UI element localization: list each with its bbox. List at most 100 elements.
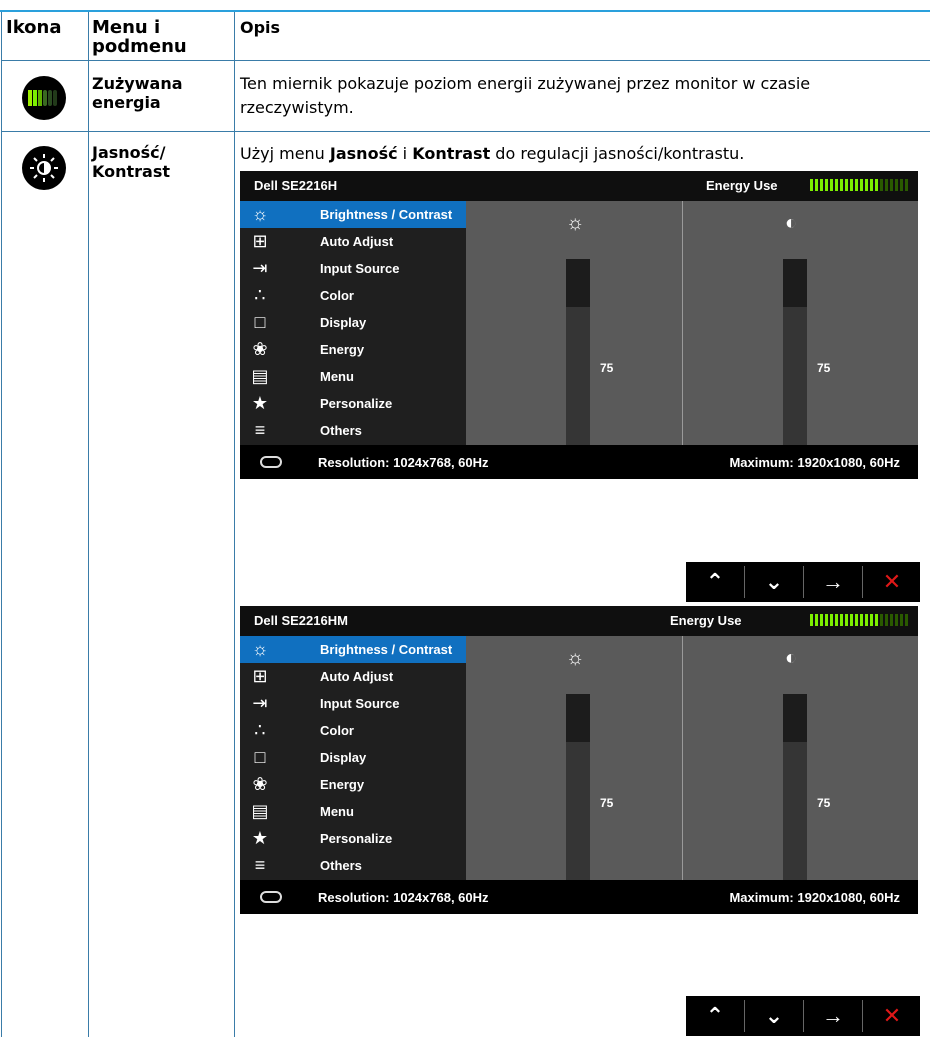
close-icon[interactable]: ✕ [863,562,921,602]
menu-icon: ▤ [251,366,269,386]
table-top-rule [0,10,930,12]
row-brightness-description: Użyj menu Jasność i Kontrast do regulacj… [240,144,745,163]
table-column-divider-2 [234,12,235,1037]
osd-maximum-text: Maximum: 1920x1080, 60Hz [729,890,900,905]
osd-menu-item[interactable]: ⊞ Auto Adjust [240,228,466,255]
osd-menu-item-label: Brightness / Contrast [320,642,453,657]
osd-menu-item[interactable]: ∴ Color [240,282,466,309]
osd-menu-item-label: Auto Adjust [320,669,394,684]
osd-screenshot-se2216hm: Dell SE2216HM Energy Use ☼ Brightness / Con… [240,606,918,914]
table-column-divider-1 [88,12,89,1037]
osd-menu-item-label: Others [320,423,362,438]
display-icon: □ [254,747,266,767]
right-arrow-icon[interactable]: → [804,996,862,1036]
table-header-rule [1,60,930,61]
osd-menu-item-label: Color [320,288,354,303]
contrast-value: 75 [817,361,831,375]
osd-energy-use-label: Energy Use [670,613,742,628]
osd-brightness-panel: ☼ 75 [466,636,682,914]
others-icon: ≡ [254,420,266,440]
osd-menu-item-label: Input Source [320,696,400,711]
brightness-icon: ☼ [251,639,269,659]
menu-icon: ▤ [251,801,269,821]
energy-meter-icon [22,76,66,120]
osd-model-name: Dell SE2216H [254,178,338,193]
osd-menu-item[interactable]: ★ Personalize [240,390,466,417]
osd-menu-item[interactable]: □ Display [240,744,466,771]
auto-adjust-icon: ⊞ [252,231,268,251]
osd-menu-item[interactable]: ≡ Others [240,417,466,444]
energy-icon: ❀ [252,339,268,359]
osd-menu-item[interactable]: ∴ Color [240,717,466,744]
slider-handle[interactable] [783,694,807,742]
contrast-icon: ◐ [785,212,798,234]
star-icon: ★ [251,393,269,413]
osd-menu-item-label: Personalize [320,396,393,411]
osd-resolution-text: Resolution: 1024x768, 60Hz [318,455,489,470]
osd-status-bar: Resolution: 1024x768, 60Hz Maximum: 1920x… [240,445,918,479]
osd-menu-item-label: Brightness / Contrast [320,207,453,222]
osd-menu-item[interactable]: ≡ Others [240,852,466,879]
osd-menu-item[interactable]: ⇥ Input Source [240,690,466,717]
input-source-icon: ⇥ [252,258,268,278]
osd-menu-item-label: Display [320,750,367,765]
osd-contrast-panel: ◐ 75 [683,201,918,479]
osd-model-name: Dell SE2216HM [254,613,348,628]
osd-title-bar: Dell SE2216HM Energy Use [240,606,918,636]
brightness-icon [22,146,66,190]
slider-handle[interactable] [566,259,590,307]
energy-meter-icon [810,614,908,626]
header-description: Opis [240,18,281,37]
row-brightness-menu: Jasność/ Kontrast [92,143,171,181]
osd-brightness-panel: ☼ 75 [466,201,682,479]
right-arrow-icon[interactable]: → [804,562,862,602]
star-icon: ★ [251,828,269,848]
slider-handle[interactable] [566,694,590,742]
osd-menu-item-label: Personalize [320,831,393,846]
osd-menu-item[interactable]: ❀ Energy [240,771,466,798]
osd-menu-item[interactable]: ☼ Brightness / Contrast [240,201,466,228]
osd-title-bar: Dell SE2216H Energy Use [240,171,918,201]
up-arrow-icon[interactable]: ⌃ [686,996,744,1036]
row-energy-description: Ten miernik pokazuje poziom energii zuży… [240,74,811,117]
table-border-left [1,12,2,1037]
osd-menu-item-label: Input Source [320,261,400,276]
header-icon: Ikona [6,17,62,38]
table-row-rule [1,131,930,132]
osd-screenshot-se2216h: Dell SE2216H Energy Use ☼ Brightness / Cont… [240,171,918,479]
osd-maximum-text: Maximum: 1920x1080, 60Hz [729,455,900,470]
vga-connector-icon [260,891,282,903]
osd-contrast-panel: ◐ 75 [683,636,918,914]
osd-menu-item[interactable]: ☼ Brightness / Contrast [240,636,466,663]
osd-menu-item[interactable]: ❀ Energy [240,336,466,363]
input-source-icon: ⇥ [252,693,268,713]
osd-menu-item-label: Auto Adjust [320,234,394,249]
brightness-value: 75 [600,361,614,375]
osd-menu-item[interactable]: ★ Personalize [240,825,466,852]
osd-menu-item-label: Energy [320,342,365,357]
osd-menu-item[interactable]: ⇥ Input Source [240,255,466,282]
osd-menu-list: ☼ Brightness / Contrast ⊞ Auto Adjust ⇥ Input… [240,201,466,445]
brightness-icon: ☼ [566,212,585,234]
down-arrow-icon[interactable]: ⌄ [745,996,803,1036]
osd-menu-item-label: Color [320,723,354,738]
up-arrow-icon[interactable]: ⌃ [686,562,744,602]
osd-menu-item-label: Display [320,315,367,330]
osd-menu-item[interactable]: ⊞ Auto Adjust [240,663,466,690]
osd-menu-item-label: Energy [320,777,365,792]
osd-menu-item[interactable]: ▤ Menu [240,363,466,390]
osd-menu-list: ☼ Brightness / Contrast ⊞ Auto Adjust ⇥ Input… [240,636,466,880]
osd-resolution-text: Resolution: 1024x768, 60Hz [318,890,489,905]
down-arrow-icon[interactable]: ⌄ [745,562,803,602]
slider-handle[interactable] [783,259,807,307]
close-icon[interactable]: ✕ [863,996,921,1036]
brightness-icon: ☼ [251,204,269,224]
osd-menu-item[interactable]: □ Display [240,309,466,336]
header-menu: Menu i podmenu [92,17,187,57]
brightness-icon: ☼ [566,647,585,669]
osd-menu-item[interactable]: ▤ Menu [240,798,466,825]
brightness-value: 75 [600,796,614,810]
osd-nav-buttons-2: ⌃ ⌄ → ✕ [686,996,920,1036]
energy-icon: ❀ [252,774,268,794]
auto-adjust-icon: ⊞ [252,666,268,686]
